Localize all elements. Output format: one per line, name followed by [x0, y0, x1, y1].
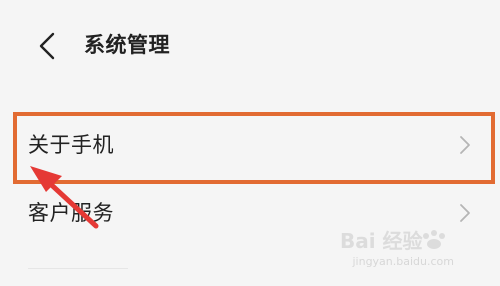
- baidu-logo-icon: Bai 经验: [340, 229, 445, 253]
- list-item-label: 客户服务: [28, 201, 114, 225]
- highlight-box: [13, 112, 495, 184]
- watermark-url: jingyan.baidu.com: [352, 255, 454, 268]
- header-bar: 系统管理: [0, 0, 500, 92]
- divider: [28, 268, 128, 269]
- page-title: 系统管理: [84, 33, 170, 57]
- back-button[interactable]: [30, 26, 64, 66]
- chevron-right-icon: [460, 204, 470, 222]
- baidu-jingyan-watermark: Bai 经验 jingyan.baidu.com: [338, 226, 478, 270]
- back-arrow-icon: [39, 32, 55, 60]
- svg-text:Bai 经验: Bai 经验: [340, 229, 423, 253]
